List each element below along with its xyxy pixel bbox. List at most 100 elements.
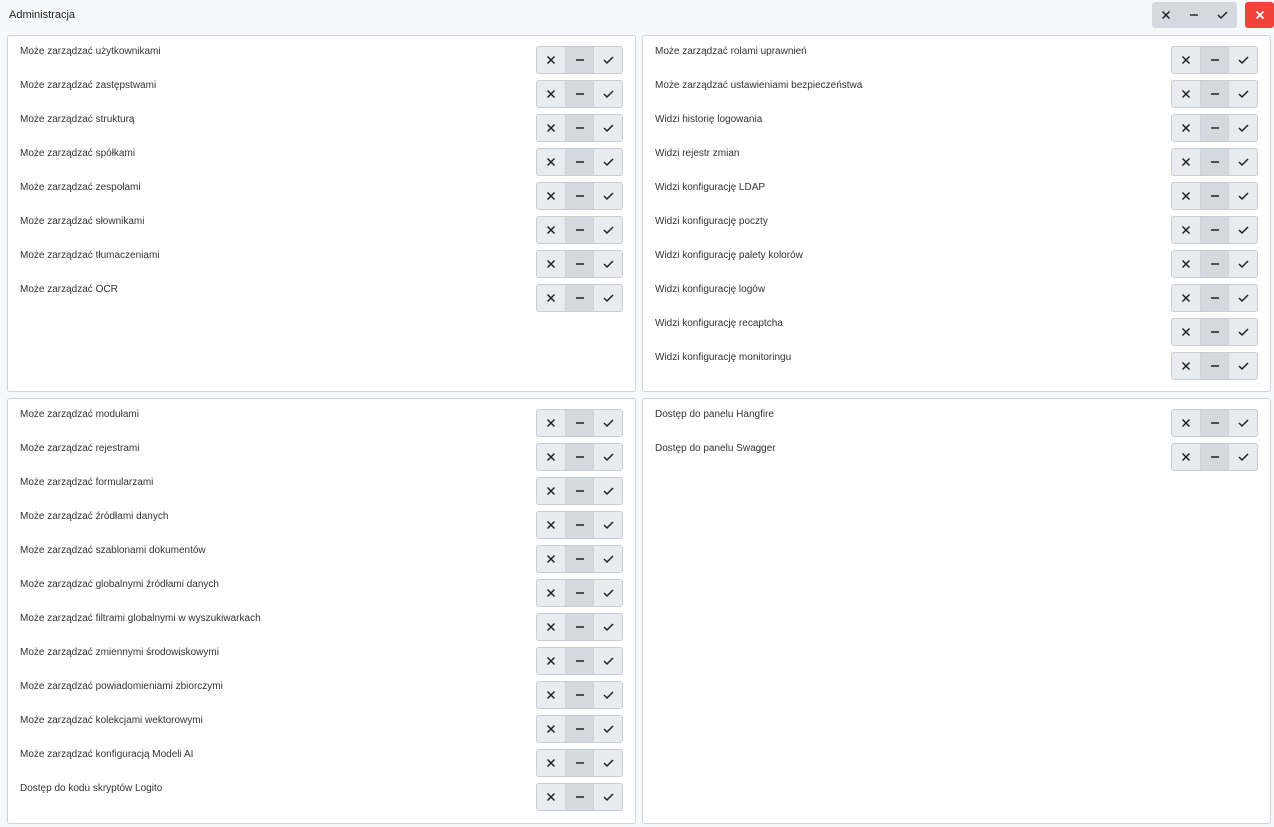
x-icon xyxy=(546,792,555,802)
permission-label: Widzi rejestr zmian xyxy=(655,148,740,159)
permission-label: Może zarządzać słownikami xyxy=(20,216,145,227)
permission-label: Może zarządzać strukturą xyxy=(20,114,135,125)
global-deny-button[interactable] xyxy=(1152,2,1180,28)
x-icon xyxy=(546,588,555,598)
check-icon xyxy=(603,589,614,598)
permission-label: Dostęp do panelu Hangfire xyxy=(655,409,774,420)
check-icon xyxy=(1238,226,1249,235)
x-icon xyxy=(1162,10,1171,20)
allow-button[interactable] xyxy=(1228,353,1257,379)
permission-row: Może zarządzać kolekcjami wektorowymi xyxy=(8,705,635,743)
permission-row: Widzi konfigurację LDAP xyxy=(643,172,1270,210)
minus-icon xyxy=(575,694,584,696)
minus-icon xyxy=(575,592,584,594)
permission-label: Dostęp do kodu skryptów Logito xyxy=(20,783,163,794)
permission-label: Widzi konfigurację palety kolorów xyxy=(655,250,803,261)
global-allow-button[interactable] xyxy=(1209,2,1237,28)
permission-toggle[interactable] xyxy=(536,783,623,811)
minus-icon xyxy=(575,660,584,662)
close-icon xyxy=(1255,10,1264,20)
permission-label: Może zarządzać powiadomieniami zbiorczym… xyxy=(20,681,223,692)
x-icon xyxy=(1181,418,1190,428)
x-icon xyxy=(546,418,555,428)
close-button[interactable] xyxy=(1245,2,1274,28)
permission-toggle[interactable] xyxy=(1171,443,1258,471)
x-icon xyxy=(546,724,555,734)
check-icon xyxy=(603,759,614,768)
allow-button[interactable] xyxy=(593,285,622,311)
minus-icon xyxy=(1210,365,1219,367)
x-icon xyxy=(546,452,555,462)
x-icon xyxy=(546,157,555,167)
permission-label: Może zarządzać modułami xyxy=(20,409,139,420)
permission-label: Widzi konfigurację LDAP xyxy=(655,182,766,193)
check-icon xyxy=(1238,90,1249,99)
x-icon xyxy=(1181,452,1190,462)
neutral-button[interactable] xyxy=(565,285,594,311)
permission-row: Może zarządzać OCR xyxy=(8,274,635,312)
check-icon xyxy=(603,725,614,734)
check-icon xyxy=(1238,260,1249,269)
permissions-panel-users: Może zarządzać użytkownikami Może zarządz… xyxy=(7,35,636,392)
x-icon xyxy=(1181,191,1190,201)
minus-icon xyxy=(575,524,584,526)
x-icon xyxy=(546,554,555,564)
global-permission-toggle[interactable] xyxy=(1152,2,1237,28)
x-icon xyxy=(546,259,555,269)
permission-label: Widzi konfigurację monitoringu xyxy=(655,352,792,363)
permission-row: Dostęp do kodu skryptów Logito xyxy=(8,773,635,811)
minus-icon xyxy=(1190,14,1199,16)
permission-row: Widzi konfigurację palety kolorów xyxy=(643,240,1270,278)
x-icon xyxy=(546,123,555,133)
x-icon xyxy=(546,690,555,700)
allow-button[interactable] xyxy=(1228,444,1257,470)
allow-button[interactable] xyxy=(593,784,622,810)
permission-label: Może zarządzać ustawieniami bezpieczeńst… xyxy=(655,80,863,91)
permission-row: Może zarządzać modułami xyxy=(8,399,635,437)
minus-icon xyxy=(575,93,584,95)
deny-button[interactable] xyxy=(537,285,566,311)
x-icon xyxy=(1181,55,1190,65)
permission-row: Widzi konfigurację poczty xyxy=(643,206,1270,244)
x-icon xyxy=(546,293,555,303)
minus-icon xyxy=(575,229,584,231)
check-icon xyxy=(603,90,614,99)
neutral-button[interactable] xyxy=(1200,444,1229,470)
global-neutral-button[interactable] xyxy=(1180,2,1208,28)
permission-row: Widzi konfigurację recaptcha xyxy=(643,308,1270,346)
x-icon xyxy=(546,656,555,666)
minus-icon xyxy=(1210,229,1219,231)
x-icon xyxy=(546,486,555,496)
minus-icon xyxy=(575,161,584,163)
permission-label: Widzi historię logowania xyxy=(655,114,763,125)
permission-label: Może zarządzać spółkami xyxy=(20,148,136,159)
permission-toggle[interactable] xyxy=(1171,352,1258,380)
deny-button[interactable] xyxy=(1172,444,1201,470)
permission-label: Widzi konfigurację recaptcha xyxy=(655,318,783,329)
permission-label: Może zarządzać konfiguracją Modeli AI xyxy=(20,749,194,760)
check-icon xyxy=(1238,124,1249,133)
x-icon xyxy=(1181,225,1190,235)
neutral-button[interactable] xyxy=(565,784,594,810)
permission-label: Może zarządzać użytkownikami xyxy=(20,46,161,57)
deny-button[interactable] xyxy=(1172,353,1201,379)
window-header: Administracja xyxy=(0,0,1274,30)
minus-icon xyxy=(1210,127,1219,129)
window-title: Administracja xyxy=(9,9,76,21)
permission-row: Może zarządzać rejestrami xyxy=(8,433,635,471)
neutral-button[interactable] xyxy=(1200,353,1229,379)
check-icon xyxy=(603,487,614,496)
permission-row: Może zarządzać tłumaczeniami xyxy=(8,240,635,278)
deny-button[interactable] xyxy=(537,784,566,810)
permission-row: Może zarządzać szablonami dokumentów xyxy=(8,535,635,573)
permission-row: Może zarządzać strukturą xyxy=(8,104,635,142)
permission-toggle[interactable] xyxy=(536,284,623,312)
check-icon xyxy=(603,294,614,303)
check-icon xyxy=(603,192,614,201)
minus-icon xyxy=(1210,161,1219,163)
check-icon xyxy=(1238,294,1249,303)
check-icon xyxy=(1217,11,1228,20)
minus-icon xyxy=(1210,195,1219,197)
permission-label: Może zarządzać zespołami xyxy=(20,182,141,193)
permission-row: Widzi konfigurację monitoringu xyxy=(643,342,1270,380)
